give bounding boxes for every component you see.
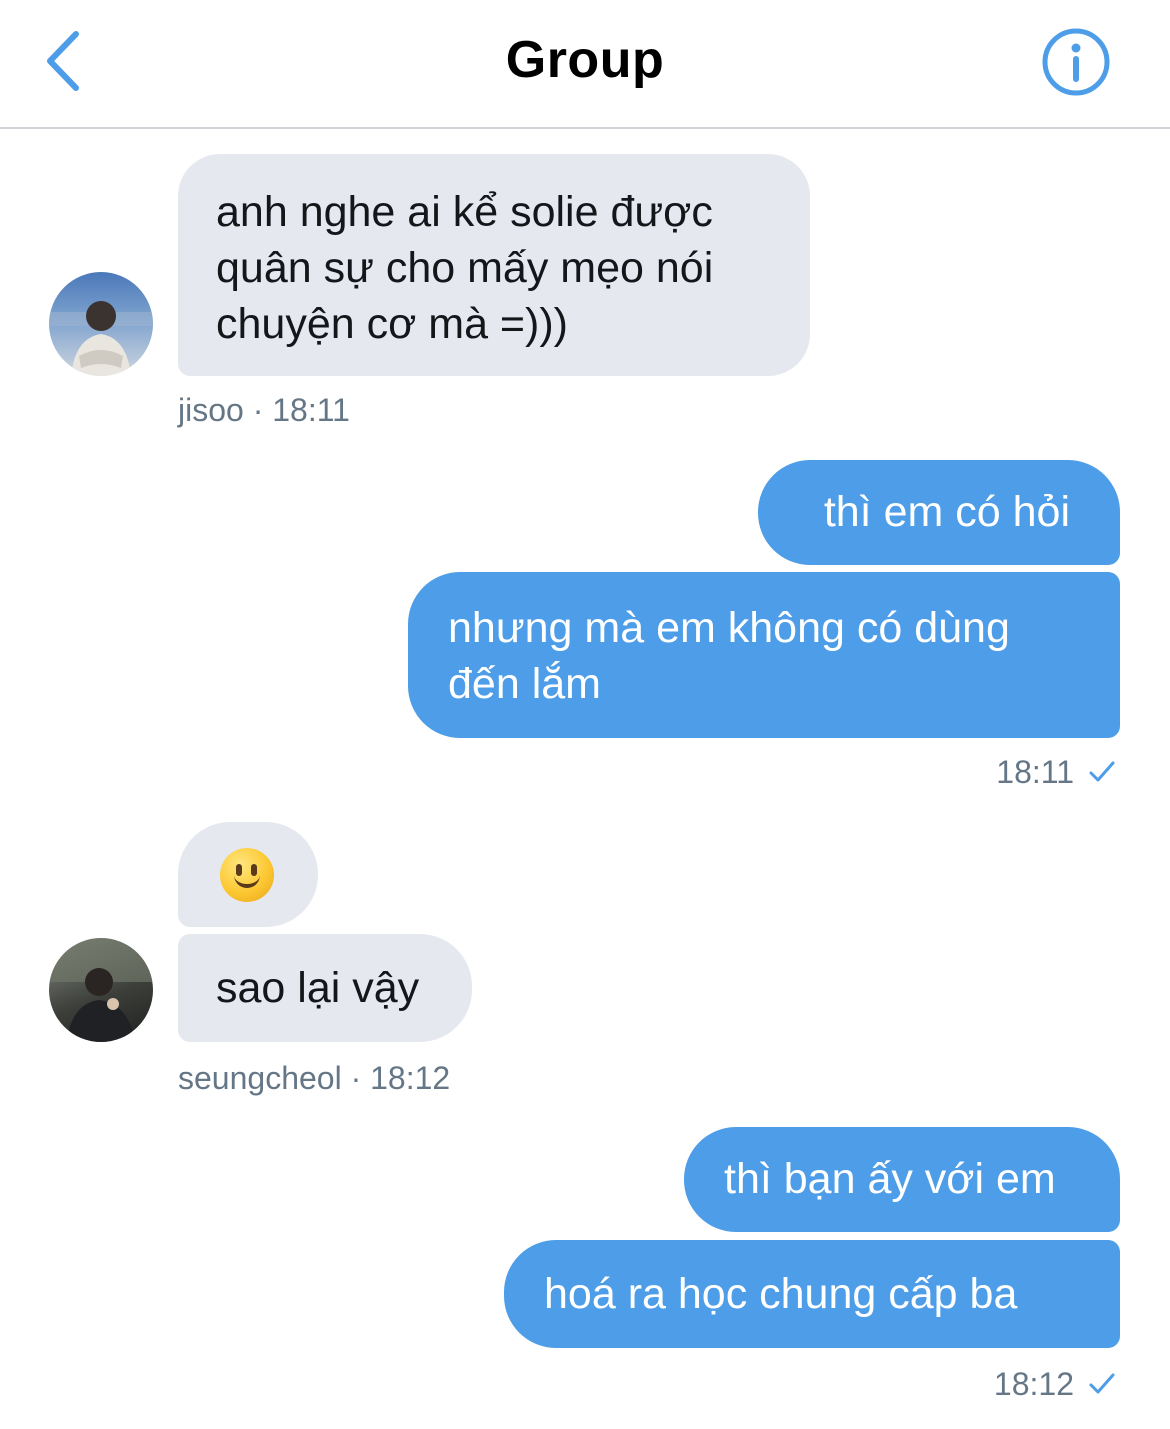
checkmark-icon [1089,761,1115,782]
chat-title: Group [505,31,665,89]
timestamp: 18:12 [370,1060,451,1096]
sender-name: seungcheol [178,1060,342,1096]
chat-header: Group [0,0,1170,129]
avatar[interactable] [49,272,153,376]
info-icon[interactable] [1040,26,1112,98]
message-bubble[interactable]: hoá ra học chung cấp ba [504,1240,1120,1348]
avatar[interactable] [49,938,153,1042]
sender-name: jisoo [178,392,244,428]
timestamp: 18:11 [272,392,350,428]
message-meta: jisoo · 18:11 [178,392,350,429]
emoji-message-bubble[interactable] [178,822,318,927]
message-bubble[interactable]: nhưng mà em không có dùng đến lắm [408,572,1120,738]
message-bubble[interactable]: anh nghe ai kể solie được quân sự cho mấ… [178,154,810,376]
message-bubble[interactable]: thì em có hỏi [758,460,1120,565]
message-bubble[interactable]: sao lại vậy [178,934,472,1042]
message-bubble[interactable]: thì bạn ấy với em [684,1127,1120,1232]
slightly-smiling-face-icon [220,848,274,902]
meta-separator: · [341,1060,371,1096]
checkmark-icon [1089,1373,1115,1394]
timestamp: 18:12 [993,1366,1074,1402]
message-meta: seungcheol · 18:12 [178,1060,450,1097]
meta-separator: · [243,392,273,428]
timestamp: 18:11 [996,754,1074,790]
